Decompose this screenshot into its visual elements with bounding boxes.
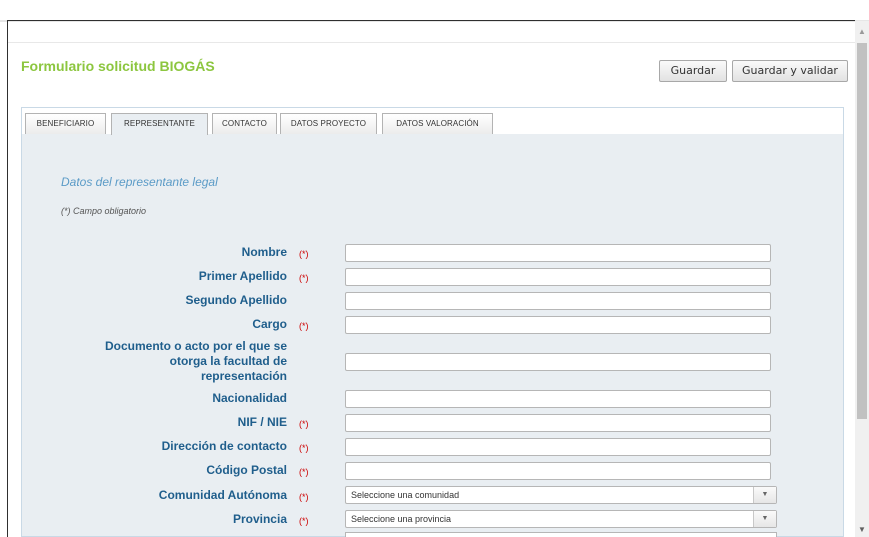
label-comunidad-autonoma: Comunidad Autónoma (158, 488, 287, 502)
codigo-postal-input[interactable] (345, 462, 771, 480)
save-and-validate-button[interactable]: Guardar y validar (732, 60, 848, 82)
scroll-up-arrow-icon[interactable]: ▲ (855, 27, 869, 37)
next-field-partial (345, 532, 777, 537)
label-direccion-contacto: Dirección de contacto (161, 439, 287, 453)
page-title: Formulario solicitud BIOGÁS (21, 58, 215, 74)
label-nacionalidad: Nacionalidad (212, 391, 287, 405)
required-marker: (*) (299, 443, 309, 453)
required-marker: (*) (299, 273, 309, 283)
chevron-down-icon[interactable]: ▼ (753, 511, 776, 527)
header-divider (8, 42, 855, 43)
documento-facultad-input[interactable] (345, 353, 771, 371)
frame-border-left (7, 20, 8, 537)
required-marker: (*) (299, 249, 309, 259)
tab-representante[interactable]: REPRESENTANTE (111, 113, 208, 135)
required-marker: (*) (299, 419, 309, 429)
required-marker: (*) (299, 321, 309, 331)
label-documento-line-1: Documento o acto por el que se (104, 339, 287, 353)
label-codigo-postal: Código Postal (206, 463, 287, 477)
chevron-down-icon[interactable]: ▼ (753, 487, 776, 503)
label-provincia: Provincia (232, 512, 287, 526)
frame-border-top (8, 20, 855, 21)
comunidad-autonoma-select[interactable]: Seleccione una comunidad ▼ (345, 486, 777, 504)
label-segundo-apellido: Segundo Apellido (185, 293, 287, 307)
label-nombre: Nombre (241, 245, 287, 259)
scroll-down-arrow-icon[interactable]: ▼ (855, 525, 869, 535)
label-cargo: Cargo (252, 317, 287, 331)
window-top-bar (0, 0, 869, 22)
primer-apellido-input[interactable] (345, 268, 771, 286)
scroll-thumb[interactable] (857, 43, 867, 419)
direccion-contacto-input[interactable] (345, 438, 771, 456)
nif-nie-input[interactable] (345, 414, 771, 432)
label-documento-line-3: representación (200, 369, 287, 383)
nacionalidad-input[interactable] (345, 390, 771, 408)
provincia-select[interactable]: Seleccione una provincia ▼ (345, 510, 777, 528)
label-documento-line-2: otorga la facultad de (169, 354, 287, 368)
required-marker: (*) (299, 467, 309, 477)
required-note: (*) Campo obligatorio (61, 206, 147, 216)
tab-datos-proyecto[interactable]: DATOS PROYECTO (280, 113, 377, 134)
provincia-selected-value: Seleccione una provincia (351, 514, 452, 524)
cargo-input[interactable] (345, 316, 771, 334)
save-button[interactable]: Guardar (659, 60, 727, 82)
nombre-input[interactable] (345, 244, 771, 262)
tab-datos-valoracion[interactable]: DATOS VALORACIÓN (382, 113, 493, 134)
label-nif-nie: NIF / NIE (237, 415, 287, 429)
label-primer-apellido: Primer Apellido (198, 269, 287, 283)
section-title: Datos del representante legal (61, 175, 218, 189)
comunidad-autonoma-selected-value: Seleccione una comunidad (351, 490, 460, 500)
required-marker: (*) (299, 492, 309, 502)
segundo-apellido-input[interactable] (345, 292, 771, 310)
vertical-scrollbar[interactable]: ▲ ▼ (855, 21, 869, 537)
required-marker: (*) (299, 516, 309, 526)
tab-contacto[interactable]: CONTACTO (212, 113, 277, 134)
tab-beneficiario[interactable]: BENEFICIARIO (25, 113, 106, 134)
